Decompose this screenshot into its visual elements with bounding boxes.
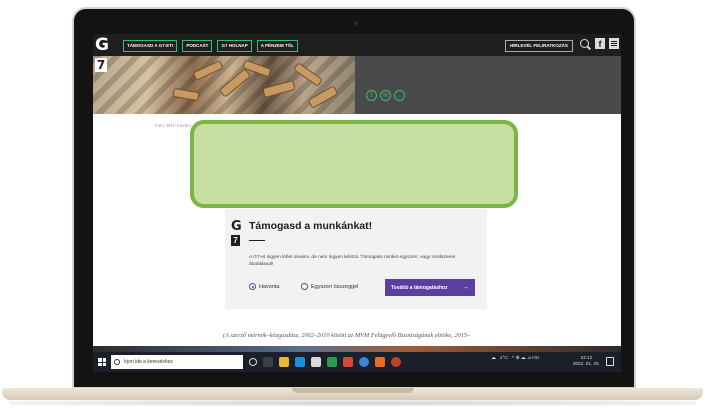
photo-credit: Fotó: MTI/ Kovács [155,123,192,128]
weather-temp: 1°C [499,356,508,361]
edge-icon[interactable] [295,357,305,367]
option-once-label: Egyszeri összeggel [311,283,359,290]
sticky-notes-icon[interactable] [375,357,385,367]
weather-icon[interactable]: ☁ [491,356,496,361]
scene: G TÁMOGASD A G7-ET! PODCAST G7 HOLNAP A … [0,0,705,415]
site-header: G TÁMOGASD A G7-ET! PODCAST G7 HOLNAP A … [93,34,621,56]
taskbar-apps [249,357,401,367]
option-monthly-label: Havonta [259,283,280,290]
firefox-icon[interactable] [391,357,401,367]
file-explorer-icon[interactable] [279,357,289,367]
tray-icons[interactable]: ^ ⊕ ☁ ⊿ HU [512,356,539,361]
clock[interactable]: 22:12 2022. 01. 25. [573,355,600,367]
cta-label: Tovább a támogatáshoz [391,284,448,291]
notification-icon[interactable] [606,357,614,366]
taskbar-search[interactable]: Írjon ide a kereséshez [111,355,243,369]
search-icon[interactable] [580,39,589,48]
laptop-notch [292,388,414,393]
hero-image-firewood [93,56,355,114]
cortana-icon[interactable] [249,358,257,366]
clock-date: 2022. 01. 25. [573,361,600,366]
arrow-right-icon: → [462,284,469,291]
article-text: (A szerző mérnök–közgazdász, 2002–2010 k… [223,332,471,339]
windows-taskbar: Írjon ide a kereséshez ☁ 1°C ^ ⊕ ☁ ⊿ HU [93,352,621,372]
facebook-icon[interactable]: f [595,38,605,49]
nav-item-podcast[interactable]: PODCAST [182,40,213,52]
title-underline [249,240,265,241]
option-once[interactable]: Egyszeri összeggel [301,283,358,290]
nav-item-support[interactable]: TÁMOGASD A G7-ET! [123,40,178,52]
powerpoint-icon[interactable] [343,357,353,367]
facebook-share-icon[interactable]: f [366,90,377,101]
taskbar-search-placeholder: Írjon ide a kereséshez [124,359,173,365]
nav-item-g7-holnap[interactable]: G7 HOLNAP [217,40,252,52]
radio-once[interactable] [301,283,308,290]
support-description: A G7-et ingyen lehet olvasni, de nem ing… [249,255,456,267]
hamburger-menu-icon[interactable] [609,38,619,49]
laptop-screen: G TÁMOGASD A G7-ET! PODCAST G7 HOLNAP A … [93,34,621,372]
card-logo: G [231,219,242,234]
highlight-overlay [190,120,518,208]
excel-icon[interactable] [327,357,337,367]
radio-monthly[interactable] [249,283,256,290]
system-tray: ☁ 1°C ^ ⊕ ☁ ⊿ HU [491,356,539,361]
chrome-icon[interactable] [359,357,369,367]
task-view-icon[interactable] [263,357,273,367]
windows-start-icon[interactable] [98,358,106,366]
more-share-icon[interactable]: … [394,90,405,101]
email-share-icon[interactable]: ✉ [380,90,391,101]
store-icon[interactable] [311,357,321,367]
support-cta-button[interactable]: Tovább a támogatáshoz → [385,279,475,296]
webcam [354,21,358,25]
site-logo[interactable]: G [95,36,109,54]
option-monthly[interactable]: Havonta [249,283,280,290]
support-title: Támogasd a munkánkat! [249,220,373,232]
card-logo-seven: 7 [231,235,240,246]
newsletter-button[interactable]: HÍRLEVÉL FELIRATKOZÁS [505,40,573,52]
main-nav: TÁMOGASD A G7-ET! PODCAST G7 HOLNAP A PÉ… [123,40,299,52]
nav-item-penzem[interactable]: A PÉNZEM TÖL [256,40,299,52]
site-logo-seven: 7 [95,58,107,72]
search-icon [114,359,120,365]
support-card: G 7 Támogasd a munkánkat! A G7-et ingyen… [225,209,487,309]
laptop-shadow [10,400,696,406]
